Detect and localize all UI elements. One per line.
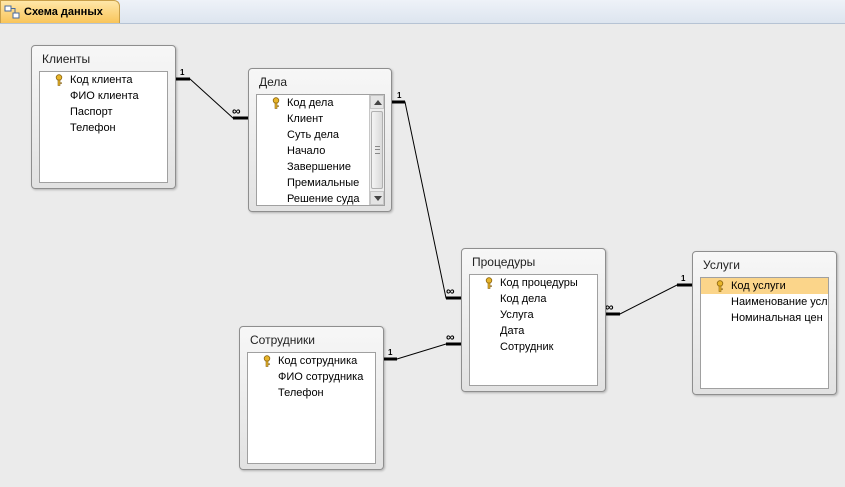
field-name: Телефон — [70, 122, 116, 134]
field-item[interactable]: Начало — [257, 143, 369, 159]
field-item[interactable]: Премиальные — [257, 175, 369, 191]
field-list[interactable]: Код услуги Наименование усл Номинальная … — [700, 277, 829, 389]
field-name: Решение суда — [287, 193, 360, 205]
field-name: Премиальные — [287, 177, 360, 189]
field-item[interactable]: Код дела — [470, 291, 597, 307]
key-icon — [55, 74, 63, 86]
field-item[interactable]: Номинальная цен — [701, 310, 828, 326]
table-title: Услуги — [703, 258, 740, 272]
relationships-icon — [4, 5, 20, 19]
field-item[interactable]: Решение суда — [257, 191, 369, 205]
table-clients[interactable]: Клиенты Код клиента ФИО клиента Паспорт … — [31, 45, 176, 189]
key-icon — [485, 277, 493, 289]
field-item[interactable]: Наименование усл — [701, 294, 828, 310]
field-name: Клиент — [287, 113, 324, 125]
field-name: ФИО клиента — [70, 90, 139, 102]
field-list[interactable]: Код клиента ФИО клиента Паспорт Телефон — [39, 71, 168, 183]
key-icon — [263, 355, 271, 367]
key-icon — [716, 280, 724, 292]
field-name: Услуга — [500, 309, 534, 321]
field-list[interactable]: Код дела Клиент Суть дела Начало Заверше… — [256, 94, 385, 206]
field-item[interactable]: ФИО клиента — [40, 88, 167, 104]
field-name: Номинальная цен — [731, 312, 823, 324]
field-name: Код дела — [287, 97, 334, 109]
field-name: Начало — [287, 145, 326, 157]
table-procedures[interactable]: Процедуры Код процедуры Код дела Услуга … — [461, 248, 606, 392]
field-name: Код клиента — [70, 74, 133, 86]
field-name: Суть дела — [287, 129, 339, 141]
field-item[interactable]: Код сотрудника — [248, 353, 375, 369]
field-item[interactable]: Дата — [470, 323, 597, 339]
tab-label: Схема данных — [24, 6, 103, 18]
vertical-scrollbar[interactable] — [369, 95, 384, 205]
table-employees[interactable]: Сотрудники Код сотрудника ФИО сотрудника… — [239, 326, 384, 470]
scroll-thumb[interactable] — [371, 111, 383, 189]
table-services[interactable]: Услуги Код услуги Наименование усл Номин… — [692, 251, 837, 395]
field-name: Код сотрудника — [278, 355, 358, 367]
field-item[interactable]: Клиент — [257, 111, 369, 127]
field-list[interactable]: Код процедуры Код дела Услуга Дата Сотру… — [469, 274, 598, 386]
table-cases[interactable]: Дела Код дела Клиент Суть дела Начало За… — [248, 68, 392, 212]
table-title: Сотрудники — [250, 333, 315, 347]
table-title: Клиенты — [42, 52, 91, 66]
field-name: Паспорт — [70, 106, 113, 118]
scroll-down-button[interactable] — [370, 191, 384, 205]
grip-icon — [375, 146, 380, 154]
table-title: Процедуры — [472, 255, 536, 269]
field-name: ФИО сотрудника — [278, 371, 364, 383]
field-item[interactable]: Телефон — [248, 385, 375, 401]
field-item[interactable]: Код дела — [257, 95, 369, 111]
arrow-up-icon — [374, 100, 382, 105]
field-item[interactable]: Услуга — [470, 307, 597, 323]
field-name: Код дела — [500, 293, 547, 305]
field-name: Дата — [500, 325, 525, 337]
tab-schema[interactable]: Схема данных — [0, 0, 120, 23]
field-name: Код услуги — [731, 280, 786, 292]
field-name: Завершение — [287, 161, 351, 173]
field-name: Сотрудник — [500, 341, 554, 353]
field-item[interactable]: Телефон — [40, 120, 167, 136]
field-name: Наименование усл — [731, 296, 828, 308]
field-name: Код процедуры — [500, 277, 578, 289]
field-item[interactable]: Завершение — [257, 159, 369, 175]
scroll-up-button[interactable] — [370, 95, 384, 109]
document-tab-bar: Схема данных — [0, 0, 845, 24]
key-icon — [272, 97, 280, 109]
field-list[interactable]: Код сотрудника ФИО сотрудника Телефон — [247, 352, 376, 464]
field-item[interactable]: Паспорт — [40, 104, 167, 120]
table-title: Дела — [259, 75, 288, 89]
arrow-down-icon — [374, 196, 382, 201]
field-item[interactable]: Код клиента — [40, 72, 167, 88]
field-name: Телефон — [278, 387, 324, 399]
field-item[interactable]: Сотрудник — [470, 339, 597, 355]
field-item[interactable]: Суть дела — [257, 127, 369, 143]
field-item[interactable]: ФИО сотрудника — [248, 369, 375, 385]
field-item-selected[interactable]: Код услуги — [701, 278, 828, 294]
field-item[interactable]: Код процедуры — [470, 275, 597, 291]
